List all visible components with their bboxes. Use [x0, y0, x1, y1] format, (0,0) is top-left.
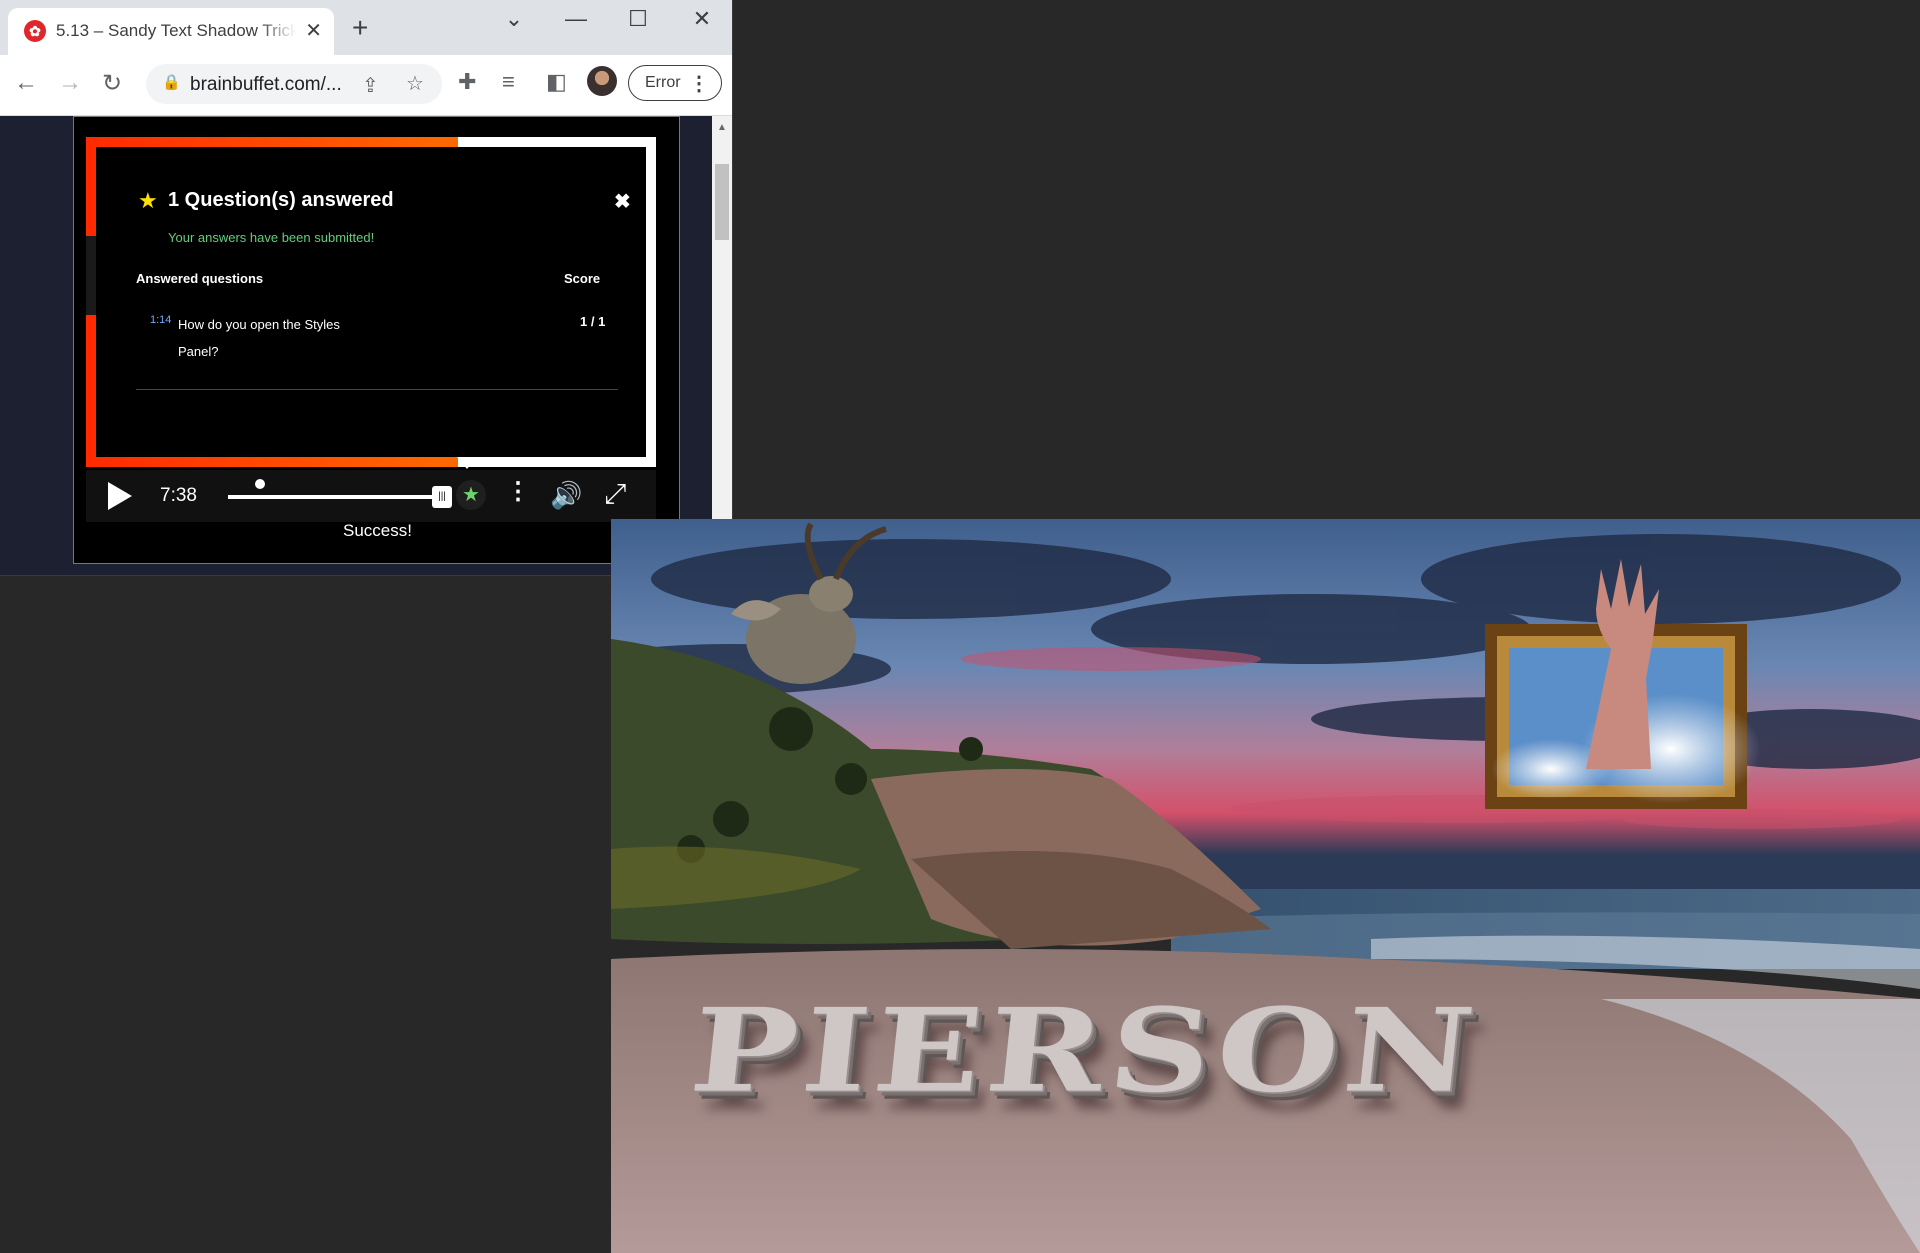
puzzle-icon[interactable]: ✚: [458, 69, 476, 95]
close-window-button[interactable]: ✕: [682, 6, 722, 32]
player-controls: 7:38 ||| ★ ⋮ 🔊 ⤢: [86, 470, 656, 522]
menu-dots-icon[interactable]: ⋮: [689, 71, 709, 96]
scrollbar-thumb[interactable]: [715, 164, 729, 240]
volume-icon[interactable]: 🔊: [550, 480, 582, 511]
quiz-marker-star-icon[interactable]: ★: [456, 480, 486, 510]
browser-window: ✿ 5.13 – Sandy Text Shadow Trick ✕ + ⌄ —…: [0, 0, 732, 575]
tab-active[interactable]: ✿ 5.13 – Sandy Text Shadow Trick ✕: [8, 8, 334, 55]
popup-subtitle: Your answers have been submitted!: [168, 230, 375, 245]
tab-close-button[interactable]: ✕: [305, 18, 322, 43]
share-icon[interactable]: ⇪: [362, 73, 379, 98]
profile-avatar[interactable]: [587, 66, 617, 96]
tab-title: 5.13 – Sandy Text Shadow Trick: [56, 21, 296, 40]
tab-strip: ✿ 5.13 – Sandy Text Shadow Trick ✕ + ⌄ —…: [0, 0, 732, 55]
video-player[interactable]: ★ 1 Question(s) answered ✖ Your answers …: [73, 116, 680, 564]
error-label: Error: [645, 74, 681, 91]
quiz-results-popup: ★ 1 Question(s) answered ✖ Your answers …: [98, 151, 644, 451]
column-header-questions: Answered questions: [136, 271, 264, 286]
question-score: 1 / 1: [580, 314, 606, 329]
beach-scene-illustration: [611, 519, 1920, 1253]
pierson-3d-text: PIERSON: [684, 984, 1486, 1119]
column-header-score: Score: [564, 271, 601, 286]
site-favicon-icon: ✿: [24, 20, 46, 42]
frame-border: [646, 137, 656, 467]
star-icon: ★: [138, 188, 158, 213]
star-bookmark-icon[interactable]: ☆: [406, 71, 424, 96]
frame-border: [86, 137, 458, 147]
seek-handle[interactable]: [254, 479, 265, 489]
reload-icon[interactable]: ↻: [102, 69, 122, 98]
fullscreen-icon[interactable]: ⤢: [604, 478, 626, 511]
tab-search-button[interactable]: ⌄: [494, 6, 534, 32]
chapter-marker-icon[interactable]: |||: [432, 486, 452, 508]
popup-title: 1 Question(s) answered: [168, 189, 394, 211]
maximize-button[interactable]: ☐: [618, 6, 658, 32]
forward-arrow-icon[interactable]: →: [58, 69, 82, 97]
side-panel-icon[interactable]: ◧: [546, 69, 567, 95]
current-time: 7:38: [160, 485, 197, 506]
browser-toolbar: ← → ↻ 🔒 brainbuffet.com/... ⇪ ☆ ✚ ≡ ◧ Er…: [0, 55, 732, 116]
scroll-up-icon[interactable]: ▲: [717, 122, 727, 133]
popup-pointer: [457, 457, 477, 469]
minimize-button[interactable]: —: [556, 6, 596, 32]
play-icon[interactable]: [108, 482, 132, 510]
player-caption: Success!: [343, 521, 412, 540]
url-text[interactable]: brainbuffet.com/...: [190, 74, 342, 96]
row-divider: [136, 389, 618, 390]
close-icon[interactable]: ✖: [614, 189, 631, 214]
more-options-icon[interactable]: ⋮: [506, 480, 530, 504]
question-timestamp-link[interactable]: 1:14: [150, 314, 171, 326]
error-button[interactable]: Error ⋮: [628, 65, 722, 101]
back-arrow-icon[interactable]: ←: [14, 69, 38, 97]
photoshop-composite-image: PIERSON: [611, 519, 1920, 1253]
frame-border: [86, 137, 96, 467]
new-tab-button[interactable]: +: [352, 14, 368, 42]
lock-icon[interactable]: 🔒: [162, 73, 181, 91]
media-queue-icon[interactable]: ≡: [502, 69, 515, 95]
page-content: ★ 1 Question(s) answered ✖ Your answers …: [0, 116, 712, 575]
question-text: How do you open the Styles Panel?: [178, 317, 340, 359]
frame-border: [458, 457, 656, 467]
address-bar[interactable]: 🔒 brainbuffet.com/...: [146, 64, 442, 104]
frame-border: [86, 457, 458, 467]
frame-border: [458, 137, 656, 147]
seek-bar[interactable]: [228, 495, 438, 499]
scrollbar[interactable]: ▲ ▼: [712, 116, 732, 575]
